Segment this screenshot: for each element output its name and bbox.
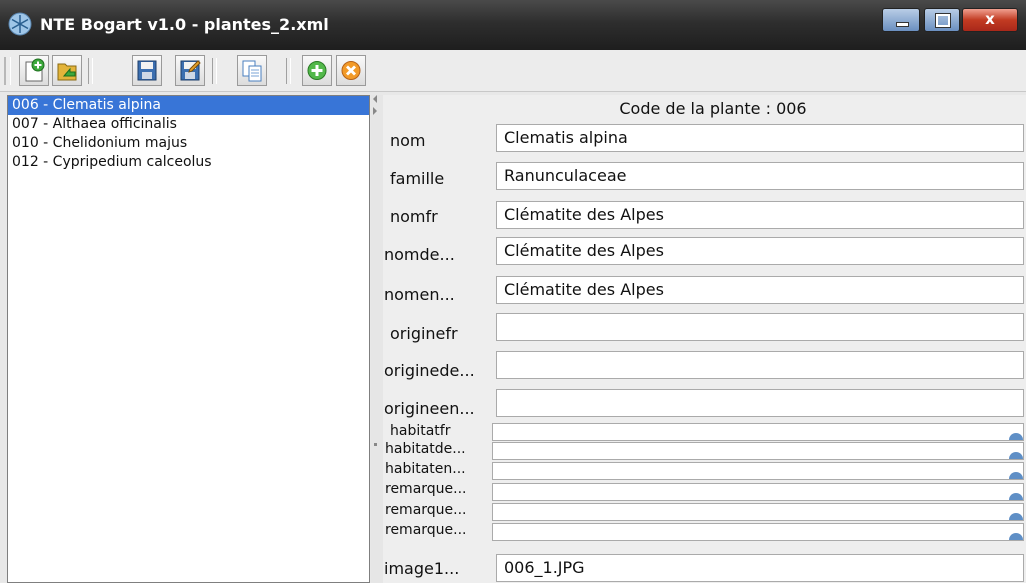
image-field[interactable]: 006_1.JPG xyxy=(496,554,1024,582)
plant-form: Code de la plante : 006 nom Clematis alp… xyxy=(383,95,1026,583)
field-label: nomen... xyxy=(384,285,455,304)
toolbar xyxy=(0,50,1026,92)
list-item[interactable]: 012 - Cypripedium calceolus xyxy=(8,153,369,172)
scroll-knob-icon[interactable] xyxy=(1009,533,1023,540)
scroll-knob-icon[interactable] xyxy=(1009,433,1023,440)
origineen-field[interactable] xyxy=(496,389,1024,417)
nomfr-field[interactable]: Clématite des Alpes xyxy=(496,201,1024,229)
field-label: originede... xyxy=(384,361,475,380)
originede-field[interactable] xyxy=(496,351,1024,379)
maximize-button[interactable] xyxy=(924,8,960,32)
split-divider[interactable] xyxy=(371,95,383,583)
field-label: nomde... xyxy=(384,245,455,264)
field-label: origineen... xyxy=(384,399,475,418)
new-file-icon xyxy=(25,58,45,82)
field-label: habitaten... xyxy=(385,461,466,477)
new-file-button[interactable] xyxy=(19,55,49,86)
field-label: remarque... xyxy=(385,502,467,518)
field-label: nom xyxy=(390,131,426,150)
list-item[interactable]: 006 - Clematis alpina xyxy=(8,96,369,115)
remove-button[interactable] xyxy=(336,55,366,86)
list-item[interactable]: 007 - Althaea officinalis xyxy=(8,115,369,134)
list-item[interactable]: 010 - Chelidonium majus xyxy=(8,134,369,153)
add-button[interactable] xyxy=(302,55,332,86)
title-bar: NTE Bogart v1.0 - plantes_2.xml x xyxy=(0,0,1026,50)
save-as-button[interactable] xyxy=(175,55,205,86)
plant-list[interactable]: 006 - Clematis alpina 007 - Althaea offi… xyxy=(7,95,370,583)
copy-button[interactable] xyxy=(237,55,267,86)
habitatfr-textarea[interactable] xyxy=(492,423,1024,441)
window-title: NTE Bogart v1.0 - plantes_2.xml xyxy=(40,15,329,34)
snowflake-app-icon xyxy=(8,12,32,36)
nomen-field[interactable]: Clématite des Alpes xyxy=(496,276,1024,304)
originefr-field[interactable] xyxy=(496,313,1024,341)
scroll-knob-icon[interactable] xyxy=(1009,452,1023,459)
add-green-icon xyxy=(307,61,327,80)
field-label: remarque... xyxy=(385,522,467,538)
scroll-knob-icon[interactable] xyxy=(1009,513,1023,520)
field-label: image1... xyxy=(384,559,460,578)
nomde-field[interactable]: Clématite des Alpes xyxy=(496,237,1024,265)
divider-grip-icon xyxy=(374,443,377,446)
close-icon: x xyxy=(985,10,995,28)
remove-orange-icon xyxy=(341,61,361,80)
collapse-left-icon[interactable] xyxy=(373,95,377,103)
remarque-textarea[interactable] xyxy=(492,483,1024,501)
minimize-button[interactable] xyxy=(882,8,920,32)
field-label: habitatde... xyxy=(385,441,466,457)
field-label: originefr xyxy=(390,324,458,343)
field-label: famille xyxy=(390,169,445,188)
collapse-right-icon[interactable] xyxy=(373,107,377,115)
scroll-knob-icon[interactable] xyxy=(1009,493,1023,500)
habitatde-textarea[interactable] xyxy=(492,442,1024,460)
field-label: nomfr xyxy=(390,207,438,226)
toolbar-grip[interactable] xyxy=(4,57,11,85)
save-button[interactable] xyxy=(132,55,162,86)
nom-field[interactable]: Clematis alpina xyxy=(496,124,1024,152)
save-as-icon xyxy=(180,60,201,81)
famille-field[interactable]: Ranunculaceae xyxy=(496,162,1024,190)
field-label: habitatfr xyxy=(390,423,451,439)
toolbar-separator xyxy=(88,58,93,84)
field-label: remarque... xyxy=(385,481,467,497)
open-button[interactable] xyxy=(52,55,82,86)
open-folder-icon xyxy=(57,63,77,81)
close-button[interactable]: x xyxy=(962,8,1018,32)
toolbar-separator xyxy=(286,58,291,84)
plant-code-label: Code de la plante : 006 xyxy=(619,99,807,118)
scroll-knob-icon[interactable] xyxy=(1009,472,1023,479)
copy-icon xyxy=(242,60,262,82)
save-icon xyxy=(137,60,157,81)
remarque-textarea[interactable] xyxy=(492,523,1024,541)
habitaten-textarea[interactable] xyxy=(492,462,1024,480)
toolbar-separator xyxy=(212,58,217,84)
remarque-textarea[interactable] xyxy=(492,503,1024,521)
